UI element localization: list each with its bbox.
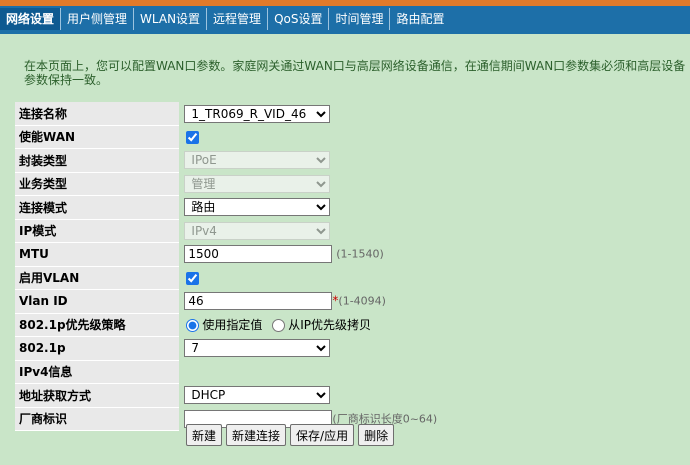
- mtu-range-hint: (1-1540): [336, 247, 384, 261]
- nav-accent-stripe: [0, 0, 690, 6]
- enable-wan-checkbox[interactable]: [186, 130, 200, 144]
- addr-method-select[interactable]: DHCP: [184, 386, 331, 405]
- service-type-label: 业务类型: [15, 172, 180, 196]
- nav-time-management[interactable]: 时间管理: [329, 8, 391, 30]
- enable-vlan-checkbox[interactable]: [186, 271, 200, 285]
- encap-type-label: 封装类型: [15, 148, 180, 173]
- vlan-id-input[interactable]: [184, 292, 333, 311]
- mtu-label: MTU: [15, 242, 180, 267]
- new-connection-button[interactable]: 新建连接: [226, 424, 287, 446]
- connection-name-label: 连接名称: [15, 102, 180, 126]
- service-type-select[interactable]: 管理: [184, 174, 331, 193]
- ipv4-info-heading: IPv4信息: [15, 360, 180, 384]
- connection-name-select[interactable]: 1_TR069_R_VID_46: [184, 104, 331, 123]
- copy-from-ip-radio[interactable]: [272, 319, 286, 333]
- nav-user-side-management[interactable]: 用户侧管理: [61, 8, 135, 30]
- vlan-id-label: Vlan ID: [15, 289, 180, 314]
- new-button[interactable]: 新建: [186, 424, 223, 446]
- top-nav-bar: 网络设置 用户侧管理 WLAN设置 远程管理 QoS设置 时间管理 路由配置: [0, 0, 690, 34]
- vendor-id-label: 厂商标识: [15, 407, 180, 431]
- save-apply-button[interactable]: 保存/应用: [290, 424, 355, 446]
- copy-from-ip-label: 从IP优先级拷贝: [288, 318, 372, 333]
- enable-vlan-label: 启用VLAN: [15, 266, 180, 290]
- ip-mode-label: IP模式: [15, 219, 180, 243]
- main-nav: 网络设置 用户侧管理 WLAN设置 远程管理 QoS设置 时间管理 路由配置: [0, 8, 451, 30]
- addr-method-label: 地址获取方式: [15, 383, 180, 408]
- action-buttons: 新建 新建连接 保存/应用 删除: [186, 424, 395, 446]
- encap-type-select[interactable]: IPoE: [184, 151, 331, 170]
- mtu-input[interactable]: [184, 245, 333, 264]
- nav-network-settings[interactable]: 网络设置: [0, 8, 62, 30]
- conn-mode-label: 连接模式: [15, 195, 180, 220]
- use-specified-radio[interactable]: [186, 319, 200, 333]
- p8021-label: 802.1p: [15, 336, 180, 361]
- nav-remote-management[interactable]: 远程管理: [207, 8, 269, 30]
- p8021-select[interactable]: 7: [184, 339, 331, 358]
- use-specified-label: 使用指定值: [202, 318, 263, 333]
- priority-policy-label: 802.1p优先级策略: [15, 313, 180, 337]
- nav-route-config[interactable]: 路由配置: [390, 8, 450, 30]
- nav-qos-settings[interactable]: QoS设置: [268, 8, 330, 30]
- intro-text: 在本页面上，您可以配置WAN口参数。家庭网关通过WAN口与高层网络设备通信，在通…: [24, 59, 686, 87]
- delete-button[interactable]: 删除: [358, 424, 395, 446]
- nav-wlan-settings[interactable]: WLAN设置: [134, 8, 208, 30]
- conn-mode-select[interactable]: 路由: [184, 198, 331, 217]
- enable-wan-label: 使能WAN: [15, 125, 180, 149]
- ip-mode-select[interactable]: IPv4: [184, 221, 331, 240]
- wan-config-form: 连接名称 1_TR069_R_VID_46 使能WAN 封装类型 IPoE 业务…: [15, 102, 690, 431]
- vlan-range-hint: (1-4094): [338, 294, 386, 308]
